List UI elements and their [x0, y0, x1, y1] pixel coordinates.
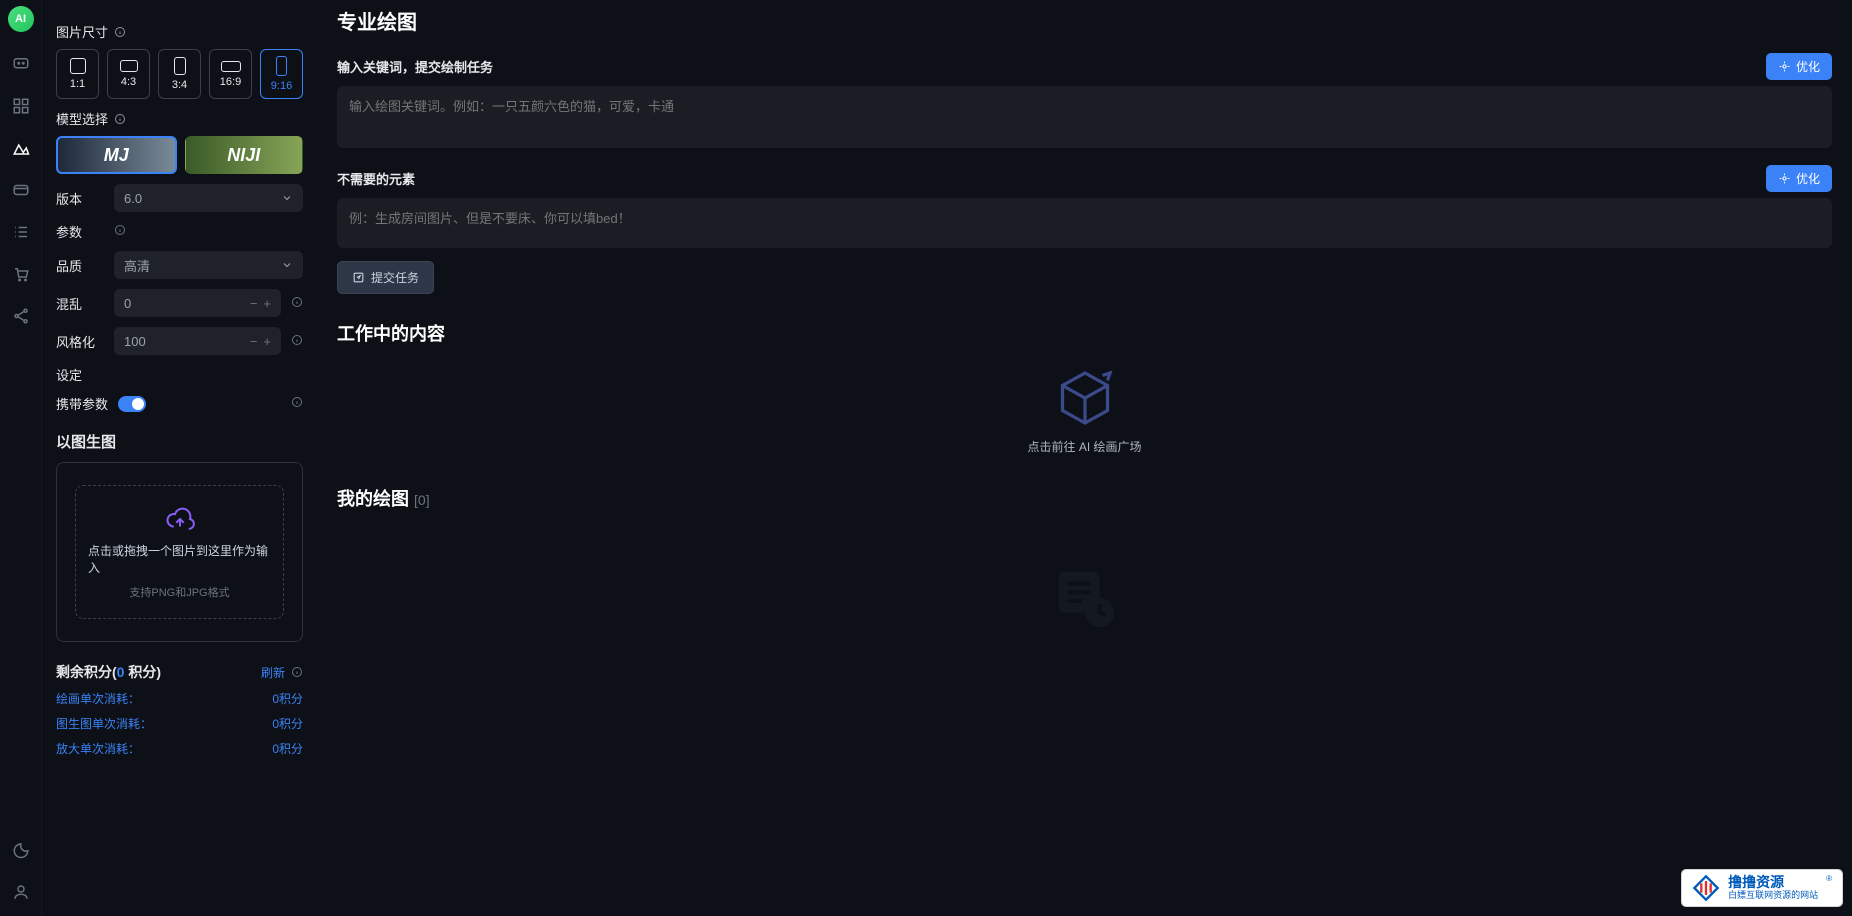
credits-label: 剩余积分(0 积分)	[56, 662, 161, 682]
prompt-label: 输入关键词，提交绘制任务	[337, 57, 493, 76]
stylize-label: 风格化	[56, 332, 104, 351]
theme-icon[interactable]	[11, 840, 31, 860]
info-icon	[114, 224, 126, 236]
watermark: 撸撸资源白嫖互联网资源的网站 ®	[1682, 870, 1842, 906]
upload-dropzone[interactable]: 点击或拖拽一个图片到这里作为输入 支持PNG和JPG格式	[75, 485, 284, 619]
icon-sidebar: AI	[0, 0, 42, 916]
sparkle-icon	[1778, 172, 1791, 185]
optimize-negative-button[interactable]: 优化	[1766, 165, 1832, 192]
info-icon	[291, 296, 303, 308]
cloud-upload-icon	[160, 504, 200, 534]
ratio-3-4[interactable]: 3:4	[158, 49, 201, 99]
refresh-link[interactable]: 刷新	[261, 664, 285, 681]
info-icon	[291, 666, 303, 678]
share-icon[interactable]	[11, 306, 31, 326]
chat-icon[interactable]	[11, 54, 31, 74]
ratio-16-9[interactable]: 16:9	[209, 49, 252, 99]
version-label: 版本	[56, 189, 104, 208]
info-icon	[291, 396, 303, 408]
ratio-4-3[interactable]: 4:3	[107, 49, 150, 99]
page-title: 专业绘图	[337, 6, 1832, 35]
ratio-1-1[interactable]: 1:1	[56, 49, 99, 99]
send-icon	[352, 271, 365, 284]
info-icon	[114, 26, 126, 38]
model-mj[interactable]: MJ	[56, 136, 177, 174]
wallet-icon[interactable]	[11, 180, 31, 200]
cost-line: 图生图单次消耗：0积分	[56, 715, 303, 732]
img2img-label: 以图生图	[56, 431, 303, 452]
my-drawings-title: 我的绘图 [0]	[337, 485, 1832, 511]
cube-icon	[1050, 368, 1120, 428]
chevron-down-icon	[281, 259, 293, 271]
carry-params-toggle[interactable]	[118, 396, 146, 412]
carry-params-label: 携带参数	[56, 394, 108, 413]
quality-label: 品质	[56, 256, 104, 275]
upload-subtext: 支持PNG和JPG格式	[129, 584, 229, 600]
stylize-input[interactable]: 100−+	[114, 327, 281, 355]
chevron-down-icon	[281, 192, 293, 204]
plus-icon[interactable]: +	[263, 296, 271, 311]
main-content: 专业绘图 输入关键词，提交绘制任务 优化 不需要的元素 优化 提交任务 工作中的…	[317, 0, 1852, 916]
settings-label: 设定	[56, 365, 104, 384]
plus-icon[interactable]: +	[263, 334, 271, 349]
upload-text: 点击或拖拽一个图片到这里作为输入	[88, 542, 271, 576]
negative-label: 不需要的元素	[337, 169, 415, 188]
params-label: 参数	[56, 222, 104, 241]
watermark-logo-icon	[1692, 874, 1720, 902]
empty-state	[337, 523, 1832, 673]
version-select[interactable]: 6.0	[114, 184, 303, 212]
minus-icon[interactable]: −	[250, 296, 258, 311]
gallery-link[interactable]: 点击前往 AI 绘画广场	[1027, 438, 1141, 455]
aspect-ratio-group: 1:1 4:3 3:4 16:9 9:16	[56, 49, 303, 99]
ratio-9-16[interactable]: 9:16	[260, 49, 303, 99]
optimize-button[interactable]: 优化	[1766, 53, 1832, 80]
cart-icon[interactable]	[11, 264, 31, 284]
image-size-label: 图片尺寸	[56, 22, 108, 41]
prompt-input[interactable]	[337, 86, 1832, 148]
chaos-input[interactable]: 0−+	[114, 289, 281, 317]
sparkle-icon	[1778, 60, 1791, 73]
minus-icon[interactable]: −	[250, 334, 258, 349]
draw-icon[interactable]	[11, 138, 31, 158]
model-niji[interactable]: NIJI	[185, 136, 304, 174]
submit-button[interactable]: 提交任务	[337, 261, 434, 294]
model-select-label: 模型选择	[56, 109, 108, 128]
working-title: 工作中的内容	[337, 320, 1832, 346]
info-icon	[291, 334, 303, 346]
cost-line: 绘画单次消耗：0积分	[56, 690, 303, 707]
apps-icon[interactable]	[11, 96, 31, 116]
info-icon	[114, 113, 126, 125]
chaos-label: 混乱	[56, 294, 104, 313]
empty-icon	[1050, 563, 1120, 633]
cost-line: 放大单次消耗：0积分	[56, 740, 303, 757]
quality-select[interactable]: 高清	[114, 251, 303, 279]
settings-panel: 图片尺寸 1:1 4:3 3:4 16:9 9:16 模型选择 MJ NIJI …	[42, 0, 317, 916]
list-icon[interactable]	[11, 222, 31, 242]
app-logo[interactable]: AI	[8, 6, 34, 32]
user-icon[interactable]	[11, 882, 31, 902]
negative-input[interactable]	[337, 198, 1832, 248]
